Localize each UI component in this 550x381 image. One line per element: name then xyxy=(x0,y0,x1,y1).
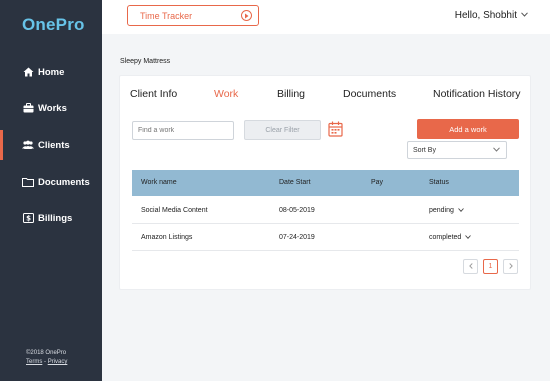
pagination-prev-button[interactable] xyxy=(463,259,478,274)
status-value: pending xyxy=(429,207,454,214)
copyright-text: ©2018 OnePro xyxy=(26,350,67,356)
chevron-left-icon xyxy=(468,262,473,271)
chevron-down-icon xyxy=(458,207,464,214)
tab-work[interactable]: Work xyxy=(214,88,238,100)
client-tabs: Client Info Work Billing Documents Notif… xyxy=(130,88,525,102)
sidebar-item-label: Documents xyxy=(38,176,90,188)
table-row[interactable]: Social Media Content 08-05-2019 pending xyxy=(132,197,519,224)
add-work-button[interactable]: Add a work xyxy=(417,119,519,139)
sidebar-item-label: Billings xyxy=(38,212,73,224)
sidebar: OnePro Home Works Clients Documents $ Bi… xyxy=(0,0,102,381)
dollar-icon: $ xyxy=(22,212,34,224)
chevron-down-icon xyxy=(493,146,500,154)
sidebar-item-documents[interactable]: Documents xyxy=(0,171,102,193)
date-start-cell: 07-24-2019 xyxy=(279,234,315,241)
sidebar-item-label: Works xyxy=(38,102,67,114)
privacy-link[interactable]: Privacy xyxy=(48,359,68,365)
time-tracker-label: Time Tracker xyxy=(140,10,193,21)
date-start-cell: 08-05-2019 xyxy=(279,207,315,214)
column-status[interactable]: Status xyxy=(429,170,449,196)
brand-logo[interactable]: OnePro xyxy=(22,15,85,35)
user-menu[interactable]: Hello, Shobhit xyxy=(455,10,528,21)
folder-icon xyxy=(22,176,34,188)
table-row[interactable]: Amazon Listings 07-24-2019 completed xyxy=(132,224,519,251)
sidebar-footer: ©2018 OnePro Terms - Privacy xyxy=(26,349,67,367)
sidebar-item-label: Clients xyxy=(38,139,70,151)
status-dropdown[interactable]: completed xyxy=(429,224,472,251)
client-name-heading: Sleepy Mattress xyxy=(120,58,171,65)
column-date-start[interactable]: Date Start xyxy=(279,170,311,196)
sidebar-item-home[interactable]: Home xyxy=(0,61,102,83)
time-tracker-button[interactable]: Time Tracker xyxy=(127,5,259,26)
tab-documents[interactable]: Documents xyxy=(343,88,396,100)
work-name-cell[interactable]: Social Media Content xyxy=(141,197,208,224)
column-pay[interactable]: Pay xyxy=(371,170,383,196)
column-work-name[interactable]: Work name xyxy=(141,170,177,196)
terms-link[interactable]: Terms xyxy=(26,359,42,365)
sidebar-item-label: Home xyxy=(38,66,65,78)
users-icon xyxy=(22,139,34,151)
pagination-page-button[interactable]: 1 xyxy=(483,259,498,274)
chevron-down-icon xyxy=(465,234,472,241)
status-value: completed xyxy=(429,234,462,241)
find-work-input[interactable] xyxy=(132,121,234,140)
sort-by-label: Sort By xyxy=(413,146,436,154)
footer-links: Terms - Privacy xyxy=(26,358,67,367)
sidebar-item-clients[interactable]: Clients xyxy=(0,130,102,160)
tab-notification-history[interactable]: Notification History xyxy=(433,88,521,100)
play-icon xyxy=(241,10,252,21)
svg-text:$: $ xyxy=(26,215,31,223)
calendar-icon[interactable] xyxy=(328,121,343,137)
sidebar-item-billings[interactable]: $ Billings xyxy=(0,207,102,229)
sidebar-item-works[interactable]: Works xyxy=(0,97,102,119)
tab-client-info[interactable]: Client Info xyxy=(130,88,177,100)
greeting-text: Hello, Shobhit xyxy=(454,10,517,21)
sort-by-select[interactable]: Sort By xyxy=(407,141,507,159)
home-icon xyxy=(22,66,34,78)
status-dropdown[interactable]: pending xyxy=(429,197,464,224)
briefcase-icon xyxy=(22,102,34,114)
pagination-next-button[interactable] xyxy=(503,259,518,274)
footer-separator: - xyxy=(44,359,47,365)
chevron-right-icon xyxy=(508,262,513,271)
works-table-header: Work name Date Start Pay Status xyxy=(132,170,519,196)
work-name-cell[interactable]: Amazon Listings xyxy=(141,224,192,251)
tab-billing[interactable]: Billing xyxy=(277,88,305,100)
chevron-down-icon xyxy=(521,12,528,19)
clear-filter-button[interactable]: Clear Filter xyxy=(244,120,321,140)
